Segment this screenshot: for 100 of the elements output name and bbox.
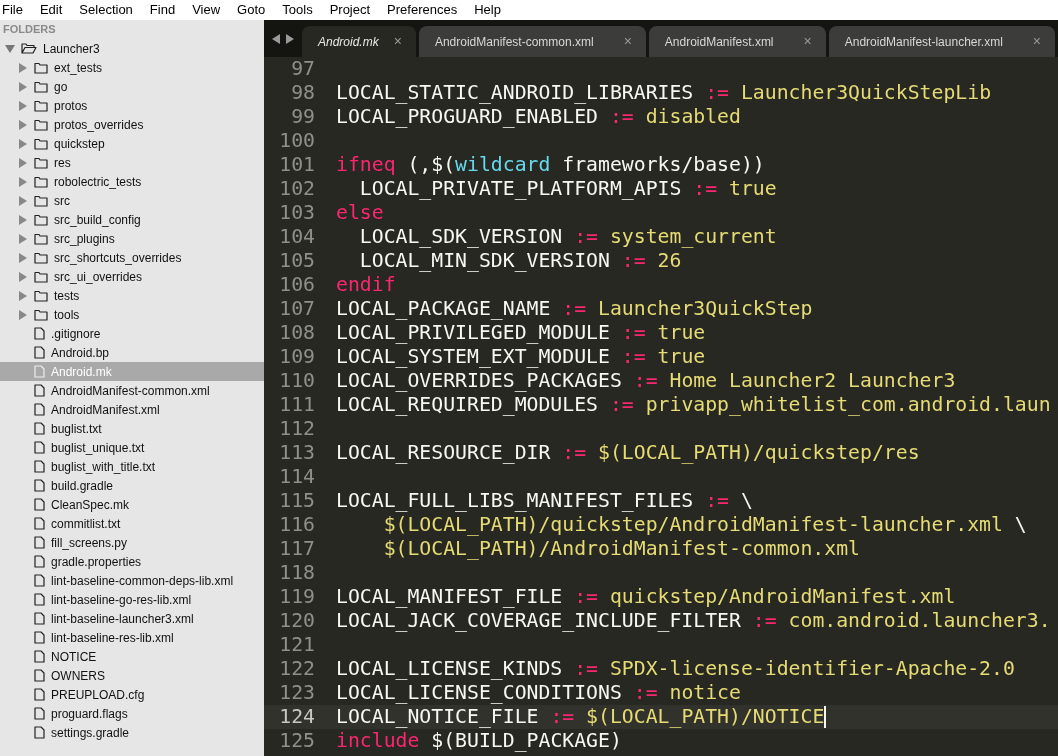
caret-right-icon[interactable] [19, 214, 27, 225]
caret-right-icon[interactable] [19, 309, 27, 320]
file-icon [34, 346, 45, 359]
caret-right-icon[interactable] [19, 233, 27, 244]
caret-right-icon[interactable] [19, 81, 27, 92]
menu-item[interactable]: Goto [234, 0, 269, 20]
caret-right-icon[interactable] [19, 176, 27, 187]
close-icon[interactable]: × [623, 31, 632, 52]
tree-folder[interactable]: res [0, 153, 264, 172]
tree-file[interactable]: build.gradle [0, 476, 264, 495]
caret-right-icon[interactable] [19, 290, 27, 301]
tree-file[interactable]: fill_screens.py [0, 533, 264, 552]
menu-item[interactable]: View [189, 0, 224, 20]
menu-item[interactable]: File [0, 0, 26, 20]
menu-item[interactable]: Tools [279, 0, 316, 20]
menu-item[interactable]: Find [146, 0, 179, 20]
tree-file[interactable]: AndroidManifest.xml [0, 400, 264, 419]
code-line: LOCAL_REQUIRED_MODULES := privapp_whitelist_com.android.laun [336, 393, 1051, 417]
code-line: LOCAL_PRIVILEGED_MODULE := true [336, 321, 706, 345]
back-arrow-icon[interactable] [272, 33, 280, 44]
line-number: 111 [278, 393, 315, 417]
close-icon[interactable]: × [803, 31, 812, 52]
tree-folder[interactable]: src_plugins [0, 229, 264, 248]
line-number: 120 [278, 609, 315, 633]
code-line: LOCAL_STATIC_ANDROID_LIBRARIES := Launcher3QuickStepLib [336, 81, 992, 105]
caret-right-icon[interactable] [19, 271, 27, 282]
file-icon [34, 726, 45, 739]
close-icon[interactable]: × [1032, 31, 1041, 52]
caret-right-icon[interactable] [19, 138, 27, 149]
tree-folder[interactable]: src_shortcuts_overrides [0, 248, 264, 267]
tree-folder[interactable]: robolectric_tests [0, 172, 264, 191]
line-number: 100 [278, 129, 315, 153]
file-icon [34, 498, 45, 511]
code-line: LOCAL_LICENSE_KINDS := SPDX-license-identifier-Apache-2.0 [336, 657, 1015, 681]
tree-file[interactable]: CleanSpec.mk [0, 495, 264, 514]
tree-folder[interactable]: go [0, 77, 264, 96]
code-line: else [336, 201, 384, 225]
tree-file[interactable]: OWNERS [0, 666, 264, 685]
code-line: LOCAL_FULL_LIBS_MANIFEST_FILES := \ [336, 489, 753, 513]
tree-file[interactable]: buglist_unique.txt [0, 438, 264, 457]
forward-arrow-icon[interactable] [286, 33, 294, 44]
line-number: 101 [278, 153, 315, 177]
caret-right-icon[interactable] [19, 157, 27, 168]
editor-tab[interactable]: Android.mk × [302, 26, 416, 57]
tree-file[interactable]: settings.gradle [0, 723, 264, 742]
line-number: 102 [278, 177, 315, 201]
editor-tab[interactable]: AndroidManifest-common.xml × [418, 26, 646, 57]
menu-item[interactable]: Selection [76, 0, 136, 20]
file-icon [34, 479, 45, 492]
line-number: 99 [290, 105, 315, 129]
tree-folder[interactable]: src_ui_overrides [0, 267, 264, 286]
line-number: 125 [278, 729, 315, 753]
menu-item[interactable]: Edit [36, 0, 66, 20]
caret-down-icon[interactable] [5, 44, 15, 53]
tree-folder[interactable]: ext_tests [0, 58, 264, 77]
folder-icon [34, 118, 48, 131]
tree-folder[interactable]: tests [0, 286, 264, 305]
caret-right-icon[interactable] [19, 62, 27, 73]
close-icon[interactable]: × [393, 31, 402, 52]
tree-file[interactable]: buglist.txt [0, 419, 264, 438]
line-number: 110 [278, 369, 315, 393]
tree-file[interactable]: buglist_with_title.txt [0, 457, 264, 476]
tree-file[interactable]: lint-baseline-res-lib.xml [0, 628, 264, 647]
tree-folder[interactable]: protos_overrides [0, 115, 264, 134]
tree-file[interactable]: lint-baseline-common-deps-lib.xml [0, 571, 264, 590]
line-number: 108 [278, 321, 315, 345]
tree-folder[interactable]: quickstep [0, 134, 264, 153]
tree-file[interactable]: lint-baseline-go-res-lib.xml [0, 590, 264, 609]
tree-file[interactable]: .gitignore [0, 324, 264, 343]
menu-item[interactable]: Preferences [384, 0, 461, 20]
tree-file[interactable]: commitlist.txt [0, 514, 264, 533]
menu-item[interactable]: Project [326, 0, 374, 20]
tree-folder[interactable]: tools [0, 305, 264, 324]
tree-folder[interactable]: src [0, 191, 264, 210]
tree-folder[interactable]: src_build_config [0, 210, 264, 229]
editor-tab[interactable]: AndroidManifest-launcher.xml × [828, 26, 1055, 57]
tree-folder[interactable]: Launcher3 [0, 39, 264, 58]
sidebar-header: FOLDERS [2, 22, 57, 38]
tree-file[interactable]: PREUPLOAD.cfg [0, 685, 264, 704]
editor-tab[interactable]: AndroidManifest.xml × [648, 26, 826, 57]
tree-file[interactable]: Android.bp [0, 343, 264, 362]
line-number: 113 [278, 441, 315, 465]
code-line: LOCAL_NOTICE_FILE := $(LOCAL_PATH)/NOTICE [336, 705, 825, 729]
file-icon [34, 384, 45, 397]
tree-file[interactable]: AndroidManifest-common.xml [0, 381, 264, 400]
tree-file[interactable]: proguard.flags [0, 704, 264, 723]
caret-right-icon[interactable] [19, 100, 27, 111]
caret-right-icon[interactable] [19, 195, 27, 206]
tree-folder[interactable]: protos [0, 96, 264, 115]
caret-right-icon[interactable] [19, 252, 27, 263]
menu-item[interactable]: Help [471, 0, 504, 20]
tree-file[interactable]: lint-baseline-launcher3.xml [0, 609, 264, 628]
folder-icon [34, 61, 48, 74]
caret-right-icon[interactable] [19, 119, 27, 130]
code-line: LOCAL_SDK_VERSION := system_current [358, 225, 777, 249]
code-line: LOCAL_PACKAGE_NAME := Launcher3QuickStep [336, 297, 813, 321]
folder-icon [34, 270, 48, 283]
tree-file[interactable]: gradle.properties [0, 552, 264, 571]
tree-file[interactable]: NOTICE [0, 647, 264, 666]
folder-icon [34, 213, 48, 226]
